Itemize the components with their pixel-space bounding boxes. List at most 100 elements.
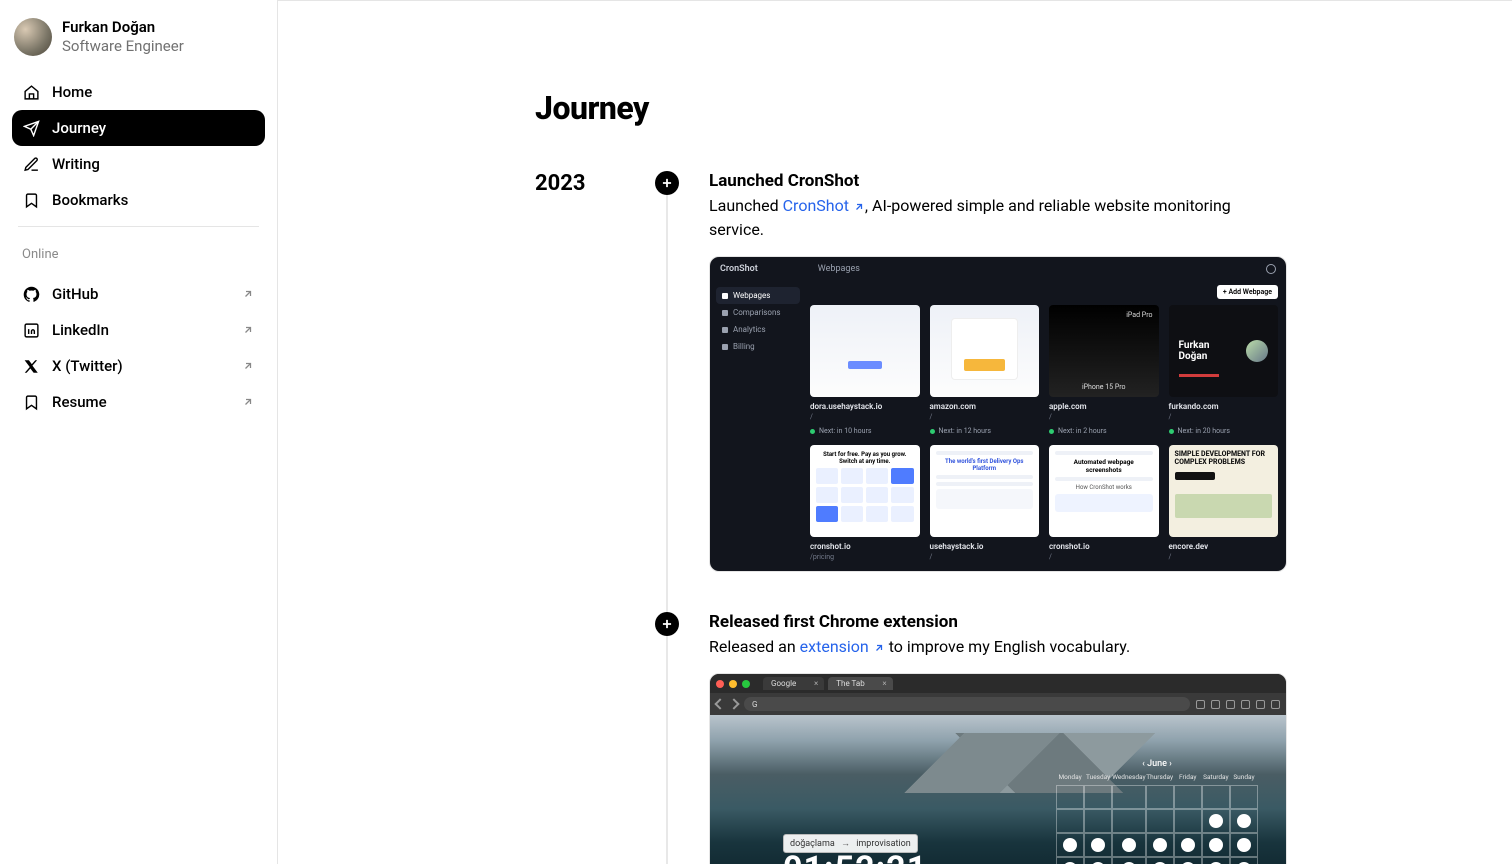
toolbar-icon: [1241, 700, 1250, 709]
sidebar-item-journey[interactable]: Journey: [12, 110, 265, 146]
sidebar-item-home[interactable]: Home: [12, 74, 265, 110]
linkedin-icon: [22, 321, 40, 339]
calendar-cell: [1146, 809, 1174, 833]
external-link-icon: [241, 287, 255, 301]
calendar-cell: [1174, 785, 1202, 809]
calendar-cell: [1112, 857, 1145, 864]
nav-label: Resume: [52, 393, 107, 411]
sidebar: Furkan Doğan Software Engineer Home Jour…: [0, 0, 278, 864]
cronshot-screenshot: CronShot Webpages Webpages Comparisons A…: [709, 256, 1287, 572]
calendar-cell: [1056, 833, 1084, 857]
entry-title: Released first Chrome extension: [709, 612, 1287, 632]
external-link-icon: [241, 359, 255, 373]
journey-icon: [22, 119, 40, 137]
timeline-entry: Launched CronShot Launched CronShot , AI…: [655, 171, 1287, 572]
calendar-weekday: Tuesday: [1084, 773, 1112, 785]
home-icon: [22, 83, 40, 101]
toolbar-icon: [1226, 700, 1235, 709]
sidebar-item-x-twitter[interactable]: X (Twitter): [12, 348, 265, 384]
close-icon: ×: [882, 679, 886, 688]
back-icon: [714, 698, 725, 709]
sidebar-item-writing[interactable]: Writing: [12, 146, 265, 182]
traffic-light-min-icon: [729, 680, 737, 688]
calendar-cell: [1084, 809, 1112, 833]
calendar-cell: [1146, 785, 1174, 809]
sidebar-item-linkedin[interactable]: LinkedIn: [12, 312, 265, 348]
calendar-cell: [1146, 833, 1174, 857]
calendar-cell: [1230, 785, 1258, 809]
entry-desc-post: to improve my English vocabulary.: [885, 637, 1130, 656]
nav-label: GitHub: [52, 285, 98, 303]
calendar-cell: [1084, 785, 1112, 809]
page-title: Journey: [535, 89, 1255, 127]
entry-title: Launched CronShot: [709, 171, 1287, 191]
profile-block[interactable]: Furkan Doğan Software Engineer: [12, 14, 265, 68]
writing-icon: [22, 155, 40, 173]
entry-link[interactable]: extension: [800, 637, 885, 656]
cronshot-sidebar-item: Billing: [716, 338, 800, 355]
calendar-weekday: Monday: [1056, 773, 1084, 785]
calendar-cell: [1202, 833, 1230, 857]
sidebar-item-github[interactable]: GitHub: [12, 276, 265, 312]
nav-label: LinkedIn: [52, 321, 109, 339]
nav-label: Bookmarks: [52, 191, 128, 209]
external-link-icon: [241, 323, 255, 337]
browser-titlebar: Google× The Tab×: [710, 674, 1286, 693]
sidebar-item-resume[interactable]: Resume: [12, 384, 265, 420]
nav-label: Writing: [52, 155, 100, 173]
calendar-cell: [1230, 857, 1258, 864]
timeline: 2023 Launched CronShot Launched CronShot: [535, 171, 1255, 864]
toolbar-icon: [1196, 700, 1205, 709]
main-content[interactable]: Journey 2023 Launched CronShot: [278, 0, 1512, 864]
timeline-entry: Released first Chrome extension Released…: [655, 612, 1287, 864]
avatar: [14, 18, 52, 56]
calendar: ‹ June › MondayTuesdayWednesdayThursdayF…: [1056, 759, 1258, 864]
calendar-weekday: Saturday: [1202, 773, 1230, 785]
entry-desc-pre: Released an: [709, 637, 800, 656]
toolbar-icon: [1211, 700, 1220, 709]
online-nav: GitHub LinkedIn X (Twitter): [12, 276, 265, 420]
traffic-light-close-icon: [716, 680, 724, 688]
calendar-cell: [1202, 785, 1230, 809]
nav-label: X (Twitter): [52, 357, 123, 375]
url-input: G: [744, 697, 1190, 711]
close-icon: ×: [814, 679, 818, 688]
cronshot-add-button: + Add Webpage: [1217, 285, 1278, 299]
traffic-light-max-icon: [742, 680, 750, 688]
calendar-cell: [1112, 809, 1145, 833]
calendar-weekday: Friday: [1174, 773, 1202, 785]
browser-tab: Google×: [763, 677, 824, 690]
entry-link[interactable]: CronShot: [783, 196, 865, 215]
calendar-cell: [1202, 857, 1230, 864]
calendar-cell: [1174, 809, 1202, 833]
sidebar-item-bookmarks[interactable]: Bookmarks: [12, 182, 265, 218]
calendar-cell: [1084, 857, 1112, 864]
calendar-cell: [1146, 857, 1174, 864]
gear-icon: [1266, 264, 1276, 274]
browser-urlbar: G: [710, 693, 1286, 715]
calendar-cell: [1202, 809, 1230, 833]
newtab-background: doğaçlama → improvisation 01:52:21 ‹ Jun…: [710, 715, 1286, 864]
resume-icon: [22, 393, 40, 411]
browser-tab: The Tab×: [828, 677, 892, 690]
cronshot-top-tab: Webpages: [818, 264, 860, 274]
year-label: 2023: [535, 171, 655, 197]
calendar-month: ‹ June ›: [1056, 759, 1258, 769]
entry-description: Released an extension to improve my Engl…: [709, 635, 1287, 659]
calendar-cell: [1174, 833, 1202, 857]
cronshot-brand: CronShot: [720, 264, 758, 274]
bookmarks-icon: [22, 191, 40, 209]
external-link-icon: [873, 642, 885, 654]
external-link-icon: [853, 201, 865, 213]
github-icon: [22, 285, 40, 303]
calendar-cell: [1230, 833, 1258, 857]
calendar-cell: [1056, 809, 1084, 833]
calendar-cell: [1112, 833, 1145, 857]
x-icon: [22, 357, 40, 375]
nav-label: Journey: [52, 119, 106, 137]
calendar-cell: [1056, 857, 1084, 864]
cronshot-grid: dora.usehaystack.io/ Next: in 10 hours a…: [810, 305, 1278, 561]
calendar-cell: [1084, 833, 1112, 857]
entry-desc-pre: Launched: [709, 196, 783, 215]
calendar-cell: [1174, 857, 1202, 864]
